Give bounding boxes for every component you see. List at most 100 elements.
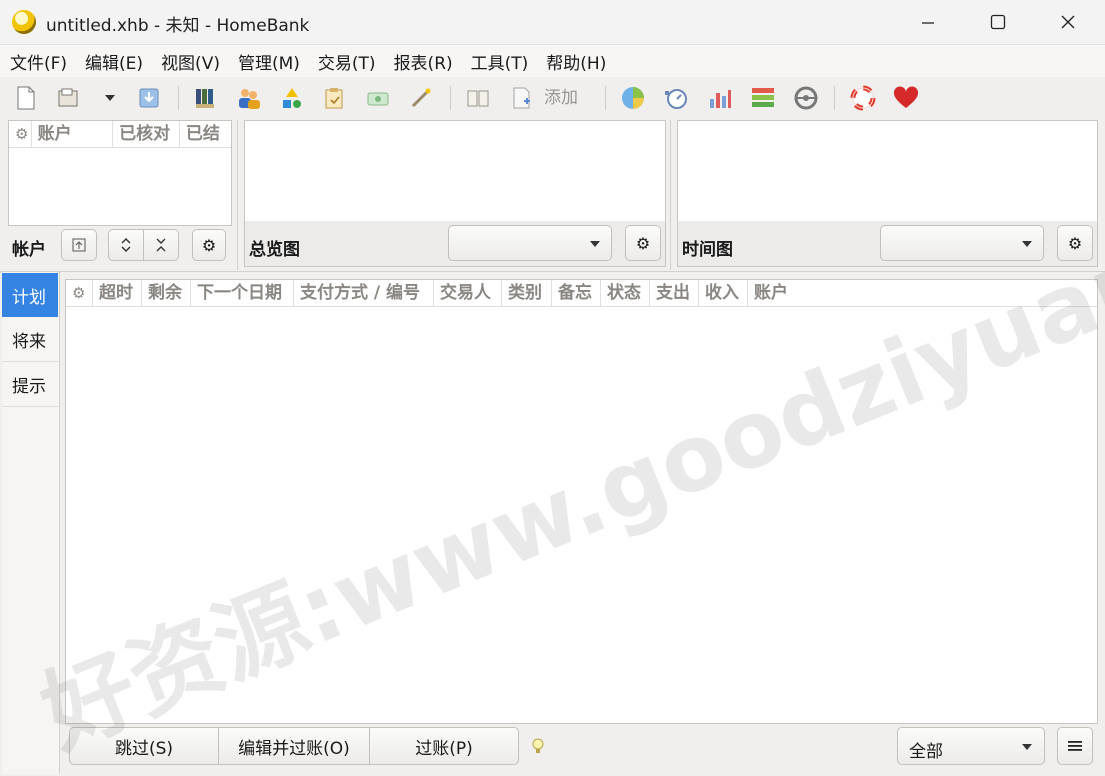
panel-separator <box>670 120 671 270</box>
tab-future[interactable]: 将来 <box>2 318 58 362</box>
toolbar-separator <box>834 86 835 110</box>
column-header-overdue[interactable]: 超时 <box>93 280 142 306</box>
schedule-filter-combo[interactable]: 全部 <box>897 727 1045 765</box>
overview-label: 总览图 <box>249 240 300 260</box>
maximize-button[interactable] <box>963 0 1033 44</box>
time-chart-settings-button[interactable]: ⚙ <box>1057 225 1093 261</box>
chevron-down-icon <box>105 95 115 101</box>
help-button[interactable] <box>849 84 877 112</box>
heart-icon <box>893 86 919 108</box>
budget-report-button[interactable] <box>749 84 777 112</box>
open-file-button[interactable] <box>55 84 83 112</box>
payees-button[interactable] <box>235 84 263 112</box>
panel-separator <box>237 120 238 270</box>
magic-wand-icon <box>411 88 431 108</box>
menu-reports[interactable]: 报表(R) <box>384 49 461 74</box>
menu-button[interactable] <box>1057 727 1093 765</box>
assignments-button[interactable] <box>407 84 435 112</box>
overview-chart-area <box>244 120 666 222</box>
people-icon <box>239 89 260 109</box>
scheduled-transactions-list[interactable]: ⚙ 超时 剩余 下一个日期 支付方式 / 编号 交易人 类别 备忘 状态 支出 … <box>65 279 1098 724</box>
edit-and-post-button[interactable]: 编辑并过账(O) <box>218 727 370 765</box>
minimize-button[interactable] <box>893 0 963 44</box>
post-button[interactable]: 过账(P) <box>369 727 519 765</box>
overview-settings-button[interactable]: ⚙ <box>625 225 661 261</box>
new-file-button[interactable] <box>12 84 40 112</box>
new-file-icon <box>17 86 35 110</box>
skip-button[interactable]: 跳过(S) <box>69 727 219 765</box>
maximize-icon <box>990 14 1006 30</box>
donate-button[interactable] <box>892 84 920 112</box>
column-header-income[interactable]: 收入 <box>699 280 748 306</box>
accounts-list[interactable]: ⚙ 账户 已核对 已结 <box>8 120 232 226</box>
menu-edit[interactable]: 编辑(E) <box>75 49 151 74</box>
open-book-icon <box>467 90 489 107</box>
money-icon <box>367 92 389 106</box>
pie-chart-icon <box>622 87 644 109</box>
menu-view[interactable]: 视图(V) <box>151 49 228 74</box>
chevron-collapse-icon <box>156 238 166 252</box>
column-header-remaining[interactable]: 剩余 <box>142 280 191 306</box>
add-transaction-icon-button[interactable] <box>508 84 536 112</box>
column-header-payee[interactable]: 交易人 <box>434 280 502 306</box>
collapse-all-button[interactable] <box>143 229 179 261</box>
accounts-button[interactable] <box>192 84 220 112</box>
vehicle-cost-button[interactable] <box>792 84 820 112</box>
column-header-memo[interactable]: 备忘 <box>552 280 601 306</box>
account-open-button[interactable] <box>61 229 97 261</box>
column-header-category[interactable]: 类别 <box>502 280 552 306</box>
hamburger-icon <box>1068 741 1082 751</box>
minimize-icon <box>922 22 934 24</box>
menu-help[interactable]: 帮助(H) <box>536 49 614 74</box>
scheduled-button[interactable] <box>320 84 348 112</box>
save-button[interactable] <box>135 84 163 112</box>
open-recent-dropdown[interactable] <box>96 84 124 112</box>
column-header-account[interactable]: 账户 <box>748 280 796 306</box>
trend-report-button[interactable] <box>662 84 690 112</box>
window-title: untitled.xhb - 未知 - HomeBank <box>46 16 310 36</box>
overview-combo[interactable] <box>448 225 612 261</box>
menu-bar: 文件(F) 编辑(E) 视图(V) 管理(M) 交易(T) 报表(R) 工具(T… <box>0 45 1105 77</box>
lightbulb-icon <box>530 736 546 761</box>
tab-tips[interactable]: 提示 <box>2 363 58 407</box>
menu-tools[interactable]: 工具(T) <box>461 49 537 74</box>
balance-report-button[interactable] <box>706 84 734 112</box>
accounts-settings-button[interactable]: ⚙ <box>192 229 226 261</box>
menu-file[interactable]: 文件(F) <box>0 49 75 74</box>
steering-wheel-icon <box>794 86 818 110</box>
show-register-button[interactable] <box>464 84 492 112</box>
column-header-next-date[interactable]: 下一个日期 <box>191 280 294 306</box>
books-icon <box>196 89 214 108</box>
expand-all-button[interactable] <box>108 229 144 261</box>
menu-manage[interactable]: 管理(M) <box>228 49 308 74</box>
chevron-down-icon <box>1022 241 1032 247</box>
stats-report-button[interactable] <box>619 84 647 112</box>
toolbar: 添加 <box>0 78 1105 118</box>
column-header-account[interactable]: 账户 <box>32 121 114 147</box>
tab-scheduled[interactable]: 计划 <box>2 273 58 317</box>
chevron-up-down-icon <box>121 238 131 252</box>
add-button-label[interactable]: 添加 <box>544 86 578 110</box>
schedule-filter-value: 全部 <box>909 742 943 762</box>
gear-icon[interactable]: ⚙ <box>9 121 32 147</box>
gear-icon[interactable]: ⚙ <box>66 280 93 306</box>
column-header-reconciled[interactable]: 已核对 <box>113 121 180 147</box>
budget-bars-icon <box>752 88 774 107</box>
column-header-payment-number[interactable]: 支付方式 / 编号 <box>294 280 434 306</box>
chevron-down-icon <box>590 241 600 247</box>
categories-icon <box>283 88 301 108</box>
toolbar-separator <box>178 86 179 110</box>
toolbar-separator <box>450 86 451 110</box>
stopwatch-chart-icon <box>665 89 687 109</box>
column-header-cleared[interactable]: 已结 <box>180 121 231 147</box>
budget-button[interactable] <box>364 84 392 112</box>
categories-button[interactable] <box>278 84 306 112</box>
column-header-status[interactable]: 状态 <box>601 280 650 306</box>
time-chart-combo[interactable] <box>880 225 1044 261</box>
bar-chart-icon <box>710 90 731 108</box>
column-header-expense[interactable]: 支出 <box>650 280 699 306</box>
close-button[interactable] <box>1033 0 1103 44</box>
time-chart-area <box>677 120 1098 222</box>
menu-transaction[interactable]: 交易(T) <box>308 49 384 74</box>
title-bar: untitled.xhb - 未知 - HomeBank <box>0 0 1105 45</box>
